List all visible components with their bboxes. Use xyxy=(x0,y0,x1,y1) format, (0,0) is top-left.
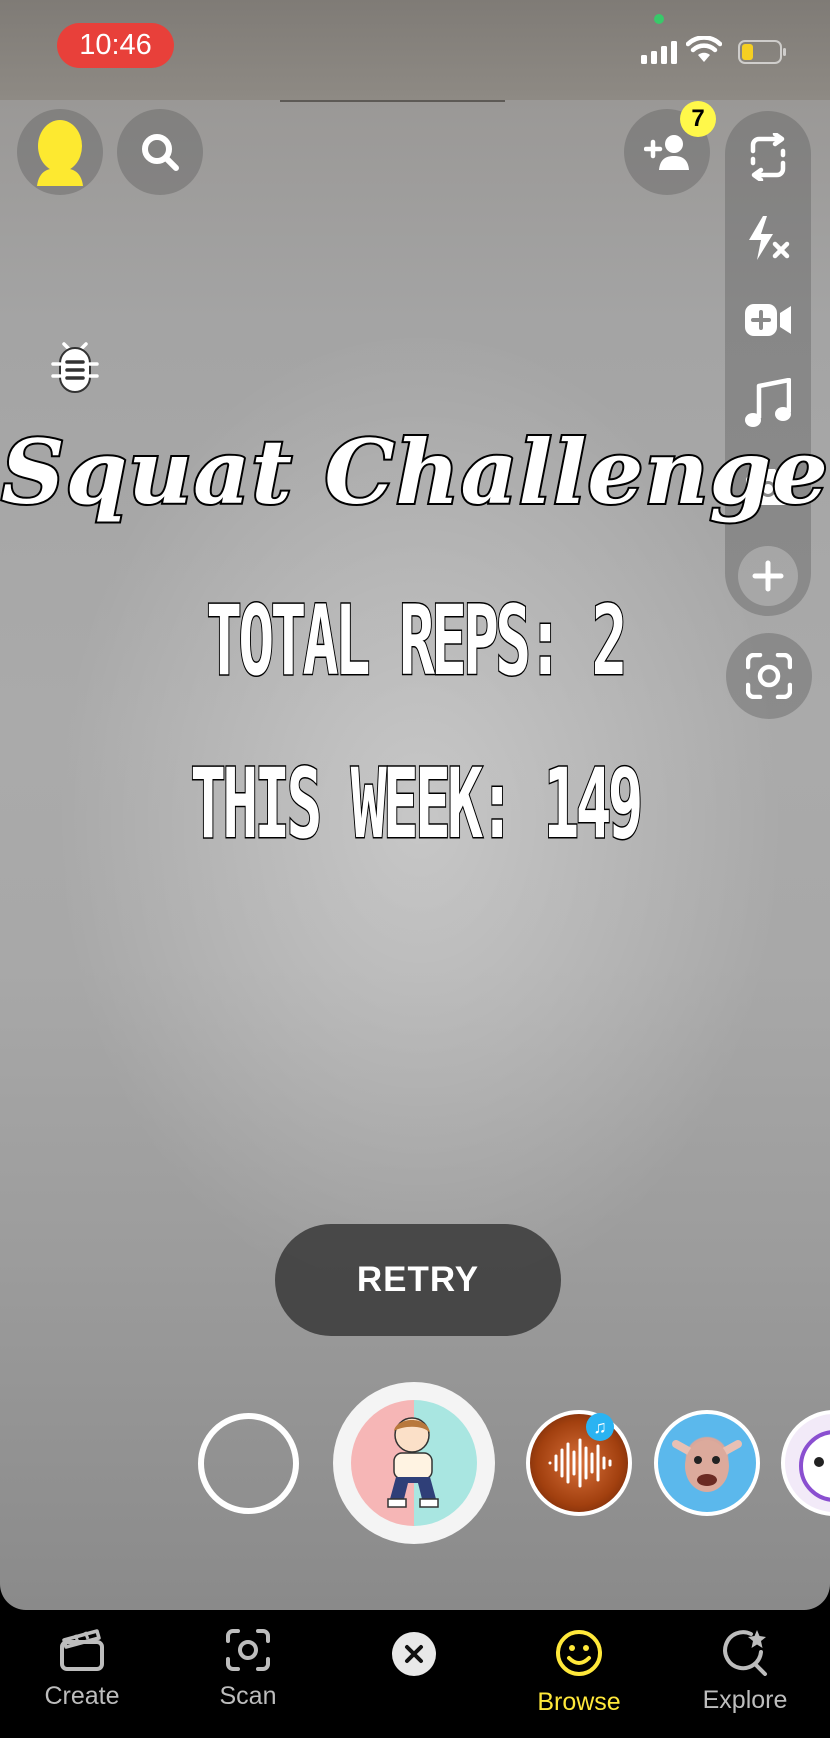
flip-camera-button[interactable] xyxy=(725,133,811,181)
nav-create[interactable]: Create xyxy=(12,1628,152,1711)
camera-preview[interactable]: 10:46 7 Squat Challenge TOTAL REPS: 2 TH… xyxy=(0,0,830,1610)
friend-requests-badge: 7 xyxy=(680,101,716,137)
search-icon xyxy=(142,134,179,171)
capture-button[interactable] xyxy=(198,1413,299,1514)
lens-title: Squat Challenge xyxy=(0,418,830,526)
nav-browse-label: Browse xyxy=(537,1688,621,1716)
clapperboard-icon xyxy=(60,1629,104,1671)
retry-button[interactable]: RETRY xyxy=(275,1224,561,1336)
squat-lens-thumbnail xyxy=(351,1400,477,1526)
nav-explore-label: Explore xyxy=(702,1686,788,1714)
ceiling-edge xyxy=(280,100,505,102)
status-time: 10:46 xyxy=(57,23,174,68)
bug-report-icon[interactable] xyxy=(50,342,100,394)
hairless-creature-icon xyxy=(672,1440,742,1492)
scan-frame-icon xyxy=(746,653,792,699)
music-note-badge-icon: ♫ xyxy=(586,1413,614,1441)
bitmoji-avatar-icon xyxy=(37,120,83,186)
more-tools-button[interactable] xyxy=(738,546,798,606)
nav-scan-label: Scan xyxy=(219,1682,277,1710)
cartoon-face-icon xyxy=(799,1430,830,1502)
flash-off-button[interactable] xyxy=(725,214,811,262)
video-mode-button[interactable] xyxy=(725,303,811,337)
nav-explore[interactable]: Explore xyxy=(675,1628,815,1715)
nav-create-label: Create xyxy=(44,1682,120,1710)
nav-scan[interactable]: Scan xyxy=(178,1628,318,1711)
creature-lens-button[interactable] xyxy=(654,1410,760,1516)
plus-icon xyxy=(752,560,784,592)
sound-lens-button[interactable] xyxy=(526,1410,632,1516)
profile-avatar-button[interactable] xyxy=(17,109,103,195)
wifi-icon xyxy=(686,36,722,62)
close-lens-button[interactable] xyxy=(392,1632,436,1676)
nav-browse[interactable]: Browse xyxy=(509,1628,649,1717)
squatting-person-icon xyxy=(387,1417,439,1508)
close-icon xyxy=(405,1645,423,1663)
smiley-icon xyxy=(556,1630,602,1676)
search-button[interactable] xyxy=(117,109,203,195)
explore-icon xyxy=(723,1630,767,1676)
add-friend-button[interactable]: 7 xyxy=(624,101,716,195)
scan-icon xyxy=(226,1629,270,1671)
lens-scan-button[interactable] xyxy=(726,633,812,719)
add-friend-icon xyxy=(644,135,689,170)
this-week-counter: THIS WEEK: 149 xyxy=(189,747,644,862)
active-lens-button[interactable] xyxy=(333,1382,495,1544)
total-reps-counter: TOTAL REPS: 2 xyxy=(205,584,628,699)
camera-in-use-indicator xyxy=(654,14,664,24)
battery-icon xyxy=(738,40,786,64)
cellular-signal-icon xyxy=(641,40,677,64)
cartoon-lens-button[interactable] xyxy=(781,1410,830,1516)
video-camera-plus-icon xyxy=(745,304,791,336)
camera-tools-rail xyxy=(725,111,811,616)
flip-camera-icon xyxy=(750,133,786,181)
flash-off-icon xyxy=(749,216,790,260)
